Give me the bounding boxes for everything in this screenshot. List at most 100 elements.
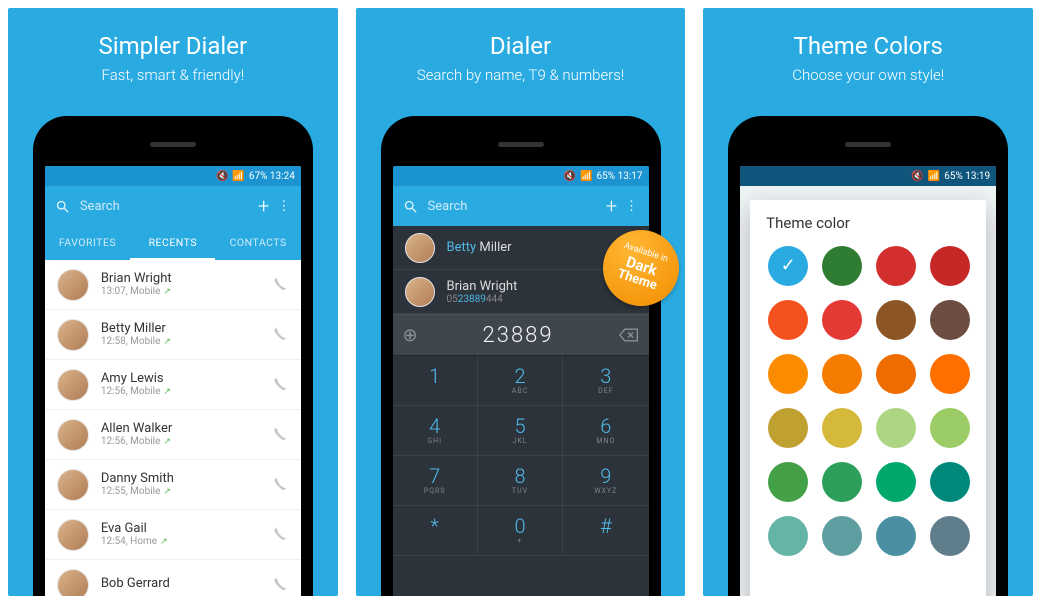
app-bar: Search + ⋮ xyxy=(45,186,301,226)
promo-panel-dialer: Dialer Search by name, T9 & numbers! 🔇 📶… xyxy=(356,8,686,596)
key-*[interactable]: * xyxy=(393,506,478,556)
outgoing-call-icon: ↗ xyxy=(163,487,171,497)
color-swatch[interactable] xyxy=(930,462,970,502)
search-icon[interactable] xyxy=(55,199,70,214)
app-screen-theme: 🔇 📶 65% 13:19 Bob Gerrard Theme color CA… xyxy=(740,166,996,596)
color-swatch[interactable] xyxy=(822,300,862,340)
overflow-menu-icon[interactable]: ⋮ xyxy=(625,199,639,214)
key-5[interactable]: 5JKL xyxy=(478,406,563,456)
recents-list: Brian Wright13:07, Mobile ↗Betty Miller1… xyxy=(45,260,301,596)
tab-recents[interactable]: RECENTS xyxy=(130,226,215,260)
contact-row[interactable]: Danny Smith12:55, Mobile ↗ xyxy=(45,460,301,510)
contact-name: Danny Smith xyxy=(101,472,273,487)
contact-name: Bob Gerrard xyxy=(101,577,273,592)
color-swatch[interactable] xyxy=(822,354,862,394)
color-swatch[interactable] xyxy=(930,354,970,394)
key-8[interactable]: 8TUV xyxy=(478,456,563,506)
contact-row[interactable]: Amy Lewis12:56, Mobile ↗ xyxy=(45,360,301,410)
avatar xyxy=(57,519,89,551)
color-swatch[interactable] xyxy=(930,408,970,448)
key-2[interactable]: 2ABC xyxy=(478,356,563,406)
key-0[interactable]: 0+ xyxy=(478,506,563,556)
backspace-icon[interactable] xyxy=(619,328,639,342)
avatar xyxy=(405,277,435,307)
panel-title: Simpler Dialer xyxy=(8,32,338,60)
panel-title: Dialer xyxy=(356,32,686,60)
contact-name: Eva Gail xyxy=(101,522,273,537)
phone-icon[interactable] xyxy=(273,427,289,443)
color-swatch[interactable] xyxy=(930,516,970,556)
add-contact-icon[interactable]: ⊕ xyxy=(403,325,418,346)
color-swatch[interactable] xyxy=(876,300,916,340)
contact-row[interactable]: Bob Gerrard xyxy=(45,560,301,596)
color-swatch[interactable] xyxy=(876,246,916,286)
key-3[interactable]: 3DEF xyxy=(563,356,648,406)
color-swatch[interactable] xyxy=(876,462,916,502)
contact-row[interactable]: Allen Walker12:56, Mobile ↗ xyxy=(45,410,301,460)
avatar xyxy=(57,319,89,351)
color-swatch[interactable] xyxy=(930,246,970,286)
phone-icon[interactable] xyxy=(273,477,289,493)
search-input[interactable]: Search xyxy=(428,199,599,214)
phone-icon[interactable] xyxy=(273,527,289,543)
avatar xyxy=(57,569,89,597)
contact-meta: 12:54, Home ↗ xyxy=(101,536,273,547)
signal-icon: 📶 xyxy=(232,171,244,182)
contact-row[interactable]: Eva Gail12:54, Home ↗ xyxy=(45,510,301,560)
key-#[interactable]: # xyxy=(563,506,648,556)
outgoing-call-icon: ↗ xyxy=(163,337,171,347)
battery-text: 65% 13:17 xyxy=(597,171,643,182)
avatar xyxy=(405,233,435,263)
color-swatch[interactable] xyxy=(930,300,970,340)
app-screen-dialer: 🔇 📶 65% 13:17 Search + ⋮ Betty Miller xyxy=(393,166,649,596)
contact-row[interactable]: Brian Wright13:07, Mobile ↗ xyxy=(45,260,301,310)
contact-name: Brian Wright xyxy=(101,272,273,287)
phone-icon[interactable] xyxy=(273,377,289,393)
add-button[interactable]: + xyxy=(251,194,277,218)
color-swatch[interactable] xyxy=(768,462,808,502)
phone-frame: 🔇 📶 67% 13:24 Search + ⋮ FAVORITES RECEN… xyxy=(33,116,313,596)
contact-meta: 12:56, Mobile ↗ xyxy=(101,386,273,397)
color-swatch[interactable] xyxy=(876,408,916,448)
overflow-menu-icon[interactable]: ⋮ xyxy=(277,199,291,214)
dialer-display: ⊕ 23889 xyxy=(393,314,649,356)
color-swatch[interactable] xyxy=(768,516,808,556)
phone-icon[interactable] xyxy=(273,277,289,293)
color-swatch[interactable] xyxy=(822,408,862,448)
add-button[interactable]: + xyxy=(599,194,625,218)
avatar xyxy=(57,369,89,401)
color-swatch[interactable] xyxy=(822,516,862,556)
panel-subtitle: Fast, smart & friendly! xyxy=(8,66,338,84)
status-bar: 🔇 📶 67% 13:24 xyxy=(45,166,301,186)
key-7[interactable]: 7PQRS xyxy=(393,456,478,506)
color-swatch[interactable] xyxy=(822,246,862,286)
contact-meta: 13:07, Mobile ↗ xyxy=(101,286,273,297)
phone-icon[interactable] xyxy=(273,327,289,343)
contact-row[interactable]: Betty Miller12:58, Mobile ↗ xyxy=(45,310,301,360)
search-icon[interactable] xyxy=(403,199,418,214)
color-swatch[interactable] xyxy=(876,516,916,556)
color-swatch[interactable] xyxy=(768,408,808,448)
dialog-title: Theme color xyxy=(750,200,986,240)
contact-meta: 12:58, Mobile ↗ xyxy=(101,336,273,347)
color-swatch[interactable] xyxy=(768,300,808,340)
contact-meta: 12:55, Mobile ↗ xyxy=(101,486,273,497)
color-swatch[interactable] xyxy=(822,462,862,502)
color-swatch[interactable] xyxy=(768,246,808,286)
outgoing-call-icon: ↗ xyxy=(163,437,171,447)
mute-icon: 🔇 xyxy=(911,171,923,182)
key-9[interactable]: 9WXYZ xyxy=(563,456,648,506)
color-swatch[interactable] xyxy=(876,354,916,394)
color-swatch[interactable] xyxy=(768,354,808,394)
key-1[interactable]: 1 xyxy=(393,356,478,406)
tab-contacts[interactable]: CONTACTS xyxy=(215,226,300,260)
key-6[interactable]: 6MNO xyxy=(563,406,648,456)
search-input[interactable]: Search xyxy=(80,199,251,214)
phone-icon[interactable] xyxy=(273,577,289,593)
tab-favorites[interactable]: FAVORITES xyxy=(45,226,130,260)
avatar xyxy=(57,469,89,501)
signal-icon: 📶 xyxy=(928,171,940,182)
panel-subtitle: Search by name, T9 & numbers! xyxy=(356,66,686,84)
key-4[interactable]: 4GHI xyxy=(393,406,478,456)
tab-bar: FAVORITES RECENTS CONTACTS xyxy=(45,226,301,260)
